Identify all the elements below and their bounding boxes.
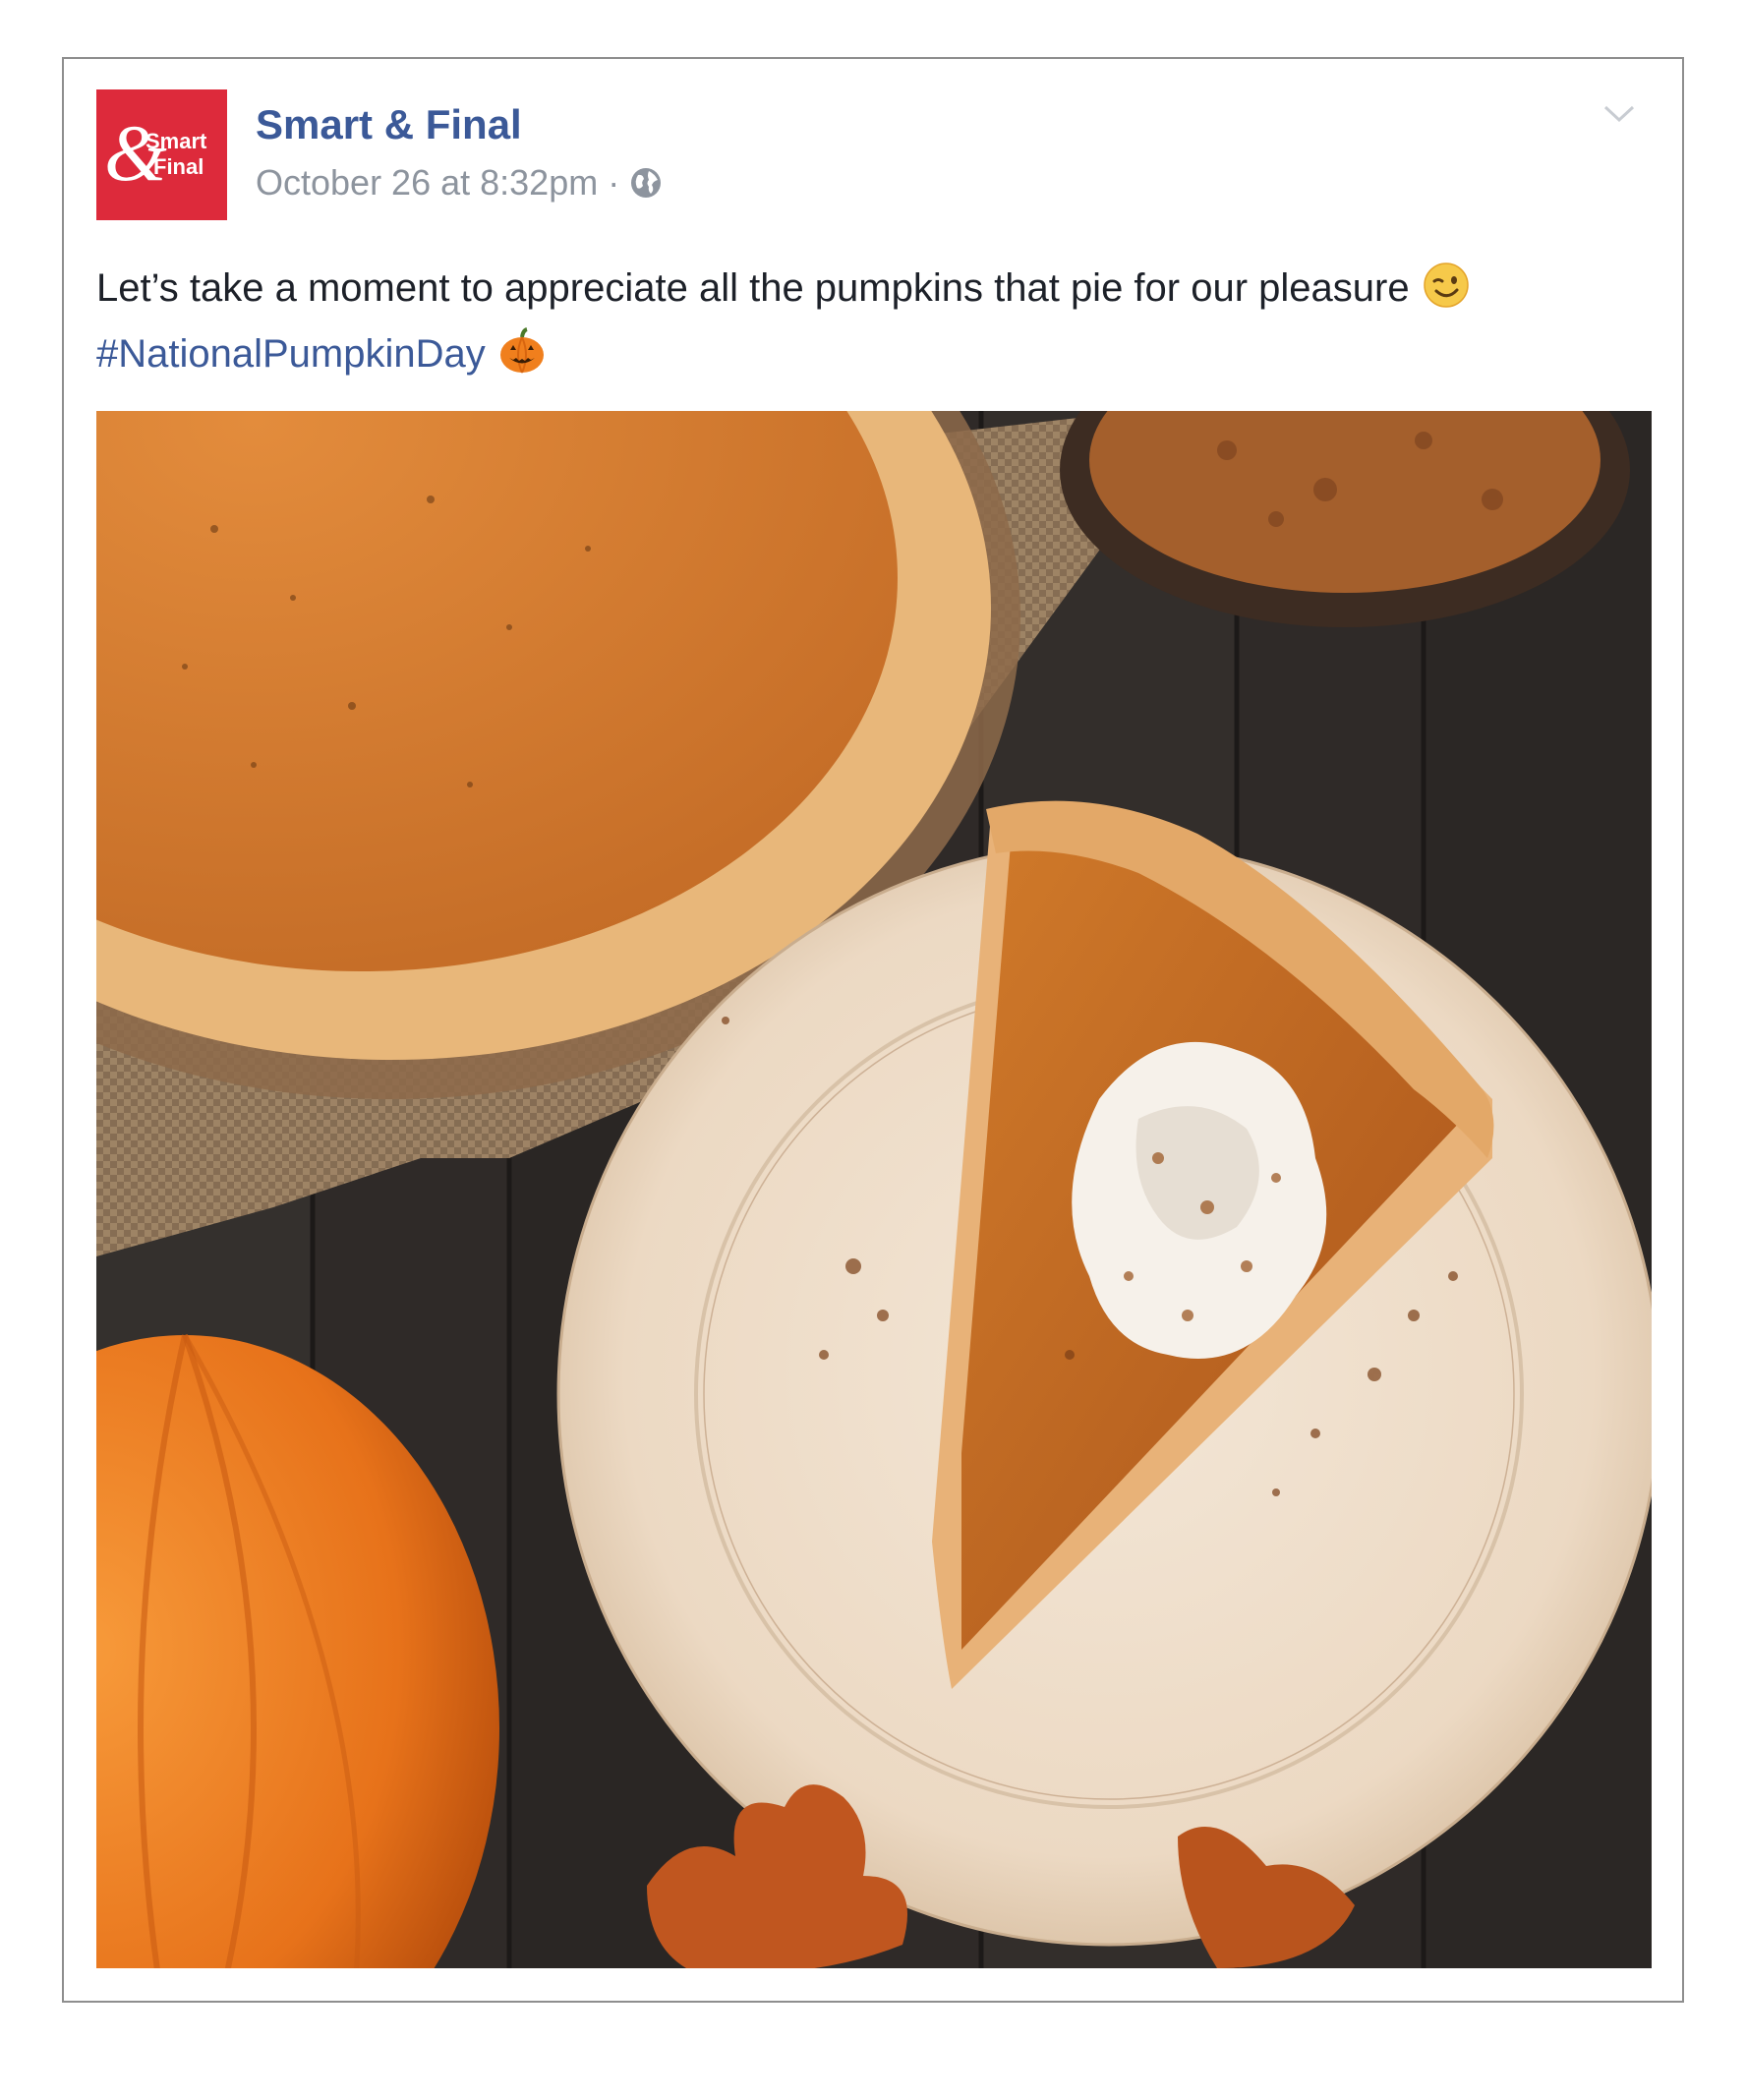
pumpkin-pie-photo <box>96 411 1652 1968</box>
page-name-link[interactable]: Smart & Final <box>256 100 522 149</box>
facebook-post: & Smart Final Smart & Final October 26 a… <box>62 57 1684 2003</box>
logo-word-final: Final <box>153 154 204 179</box>
globe-icon[interactable] <box>629 166 663 200</box>
logo-word-smart: Smart <box>146 129 207 153</box>
logo-ampersand: & <box>104 108 167 198</box>
meta-separator: · <box>608 162 620 203</box>
post-photo[interactable] <box>96 411 1652 1968</box>
page-avatar[interactable]: & Smart Final <box>96 89 227 220</box>
post-timestamp[interactable]: October 26 at 8:32pm <box>256 161 598 204</box>
post-meta: October 26 at 8:32pm · <box>256 161 663 204</box>
chevron-down-icon[interactable] <box>1600 98 1639 128</box>
message-text: Let’s take a moment to appreciate all th… <box>96 266 1410 310</box>
jack-o-lantern-emoji <box>499 327 544 374</box>
winking-face-emoji <box>1423 262 1469 308</box>
post-message: Let’s take a moment to appreciate all th… <box>96 256 1630 387</box>
hashtag-link[interactable]: #NationalPumpkinDay <box>96 332 486 376</box>
